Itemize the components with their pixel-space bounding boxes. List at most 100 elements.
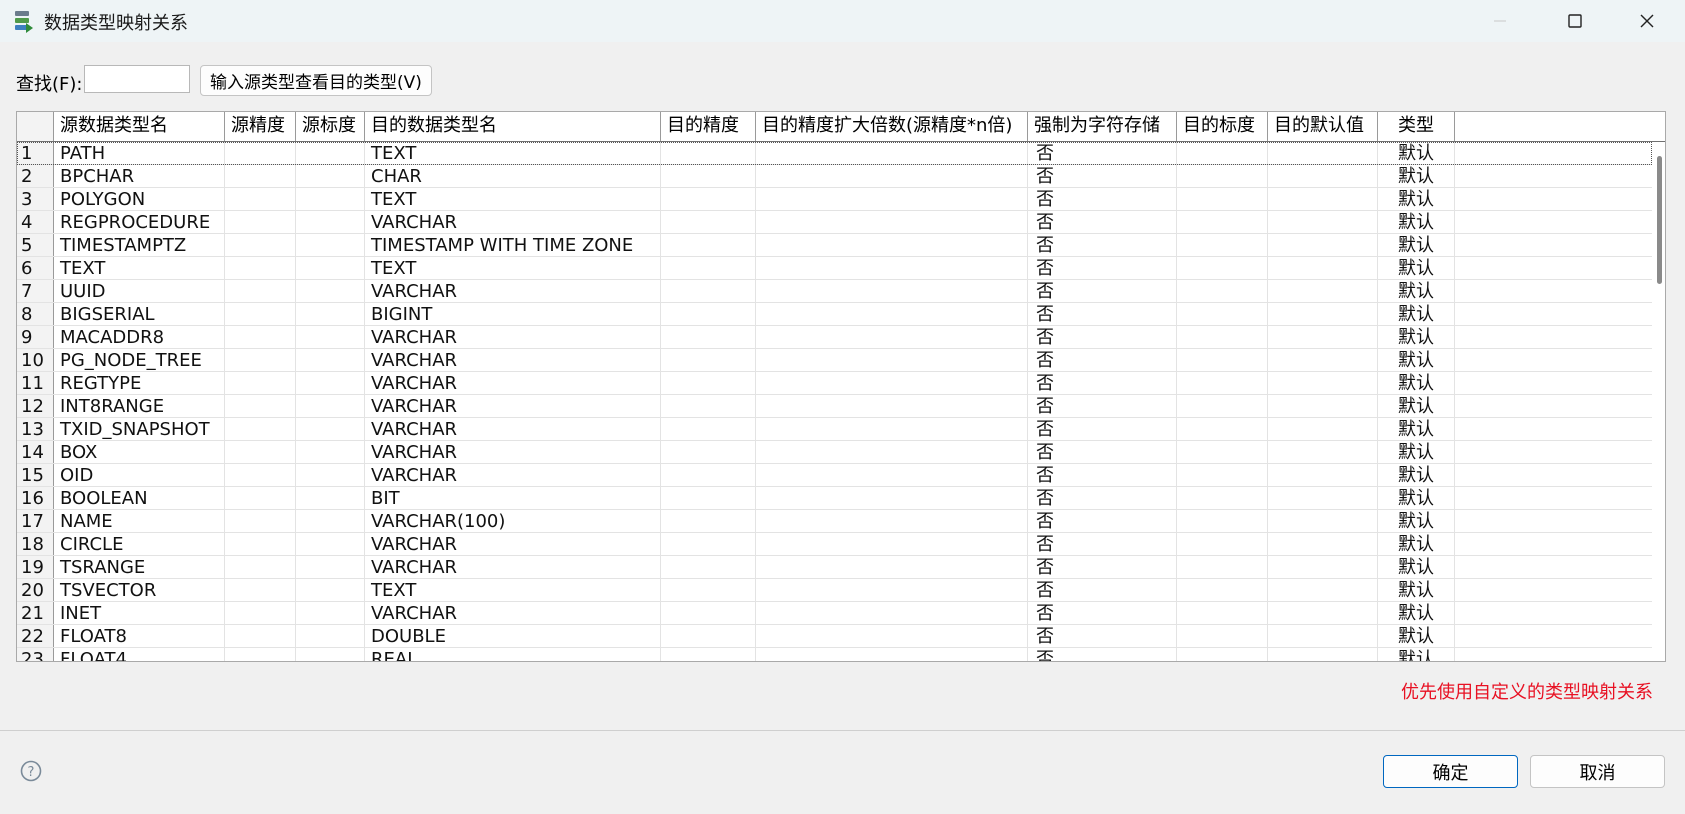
destination-scale-cell[interactable]	[1177, 556, 1268, 578]
source-precision-cell[interactable]	[225, 625, 296, 647]
mapping-kind-cell[interactable]: 默认	[1378, 487, 1455, 509]
source-precision-cell[interactable]	[225, 303, 296, 325]
destination-precision-cell[interactable]	[661, 280, 756, 302]
destination-precision-cell[interactable]	[661, 533, 756, 555]
source-scale-cell[interactable]	[296, 280, 365, 302]
destination-default-cell[interactable]	[1268, 441, 1378, 463]
source-scale-cell[interactable]	[296, 395, 365, 417]
force-string-storage-cell[interactable]: 否	[1028, 142, 1177, 164]
close-button[interactable]	[1612, 0, 1682, 42]
mapping-kind-cell[interactable]: 默认	[1378, 303, 1455, 325]
source-precision-cell[interactable]	[225, 533, 296, 555]
table-row[interactable]: 17 NAME VARCHAR(100) 否 默认	[17, 510, 1652, 533]
destination-type-cell[interactable]: TEXT	[365, 579, 661, 601]
row-number[interactable]: 2	[17, 165, 54, 187]
destination-default-cell[interactable]	[1268, 326, 1378, 348]
precision-multiplier-cell[interactable]	[756, 142, 1028, 164]
destination-default-cell[interactable]	[1268, 372, 1378, 394]
destination-default-cell[interactable]	[1268, 142, 1378, 164]
destination-precision-cell[interactable]	[661, 556, 756, 578]
source-scale-cell[interactable]	[296, 165, 365, 187]
force-string-storage-cell[interactable]: 否	[1028, 372, 1177, 394]
precision-multiplier-cell[interactable]	[756, 487, 1028, 509]
source-scale-cell[interactable]	[296, 188, 365, 210]
source-precision-cell[interactable]	[225, 441, 296, 463]
table-row[interactable]: 6 TEXT TEXT 否默认	[17, 257, 1652, 280]
source-precision-cell[interactable]	[225, 418, 296, 440]
mapping-kind-cell[interactable]: 默认	[1378, 418, 1455, 440]
destination-type-cell[interactable]: VARCHAR	[365, 441, 661, 463]
source-type-cell[interactable]: PATH	[54, 142, 225, 164]
precision-multiplier-cell[interactable]	[756, 464, 1028, 486]
precision-multiplier-cell[interactable]	[756, 556, 1028, 578]
table-row[interactable]: 21 INET VARCHAR 否 默认	[17, 602, 1652, 625]
destination-precision-cell[interactable]	[661, 349, 756, 371]
precision-multiplier-cell[interactable]	[756, 303, 1028, 325]
force-string-storage-cell[interactable]: 否	[1028, 602, 1177, 624]
force-string-storage-cell[interactable]: 否	[1028, 464, 1177, 486]
mapping-kind-cell[interactable]: 默认	[1378, 257, 1455, 279]
force-string-storage-cell[interactable]: 否	[1028, 395, 1177, 417]
mapping-kind-cell[interactable]: 默认	[1378, 464, 1455, 486]
destination-scale-cell[interactable]	[1177, 395, 1268, 417]
column-header[interactable]: 目的精度	[661, 112, 756, 141]
table-row[interactable]: 2 BPCHAR CHAR 否 默认	[17, 165, 1652, 188]
force-string-storage-cell[interactable]: 否	[1028, 303, 1177, 325]
destination-type-cell[interactable]: VARCHAR	[365, 556, 661, 578]
table-row[interactable]: 15 OID VARCHAR 否 默认	[17, 464, 1652, 487]
source-type-cell[interactable]: BOX	[54, 441, 225, 463]
mapping-kind-cell[interactable]: 默认	[1378, 211, 1455, 233]
help-icon[interactable]: ?	[20, 760, 42, 782]
destination-precision-cell[interactable]	[661, 165, 756, 187]
destination-default-cell[interactable]	[1268, 464, 1378, 486]
destination-type-cell[interactable]: TEXT	[365, 257, 661, 279]
scrollbar-thumb[interactable]	[1657, 156, 1662, 284]
source-precision-cell[interactable]	[225, 211, 296, 233]
destination-default-cell[interactable]	[1268, 303, 1378, 325]
destination-scale-cell[interactable]	[1177, 234, 1268, 256]
destination-type-cell[interactable]: TEXT	[365, 188, 661, 210]
table-row[interactable]: 9 MACADDR8 VARCHAR 否 默认	[17, 326, 1652, 349]
force-string-storage-cell[interactable]: 否	[1028, 648, 1177, 661]
row-number[interactable]: 9	[17, 326, 54, 348]
source-type-cell[interactable]: OID	[54, 464, 225, 486]
destination-precision-cell[interactable]	[661, 625, 756, 647]
destination-type-cell[interactable]: VARCHAR	[365, 464, 661, 486]
source-scale-cell[interactable]	[296, 418, 365, 440]
source-type-cell[interactable]: MACADDR8	[54, 326, 225, 348]
precision-multiplier-cell[interactable]	[756, 602, 1028, 624]
source-precision-cell[interactable]	[225, 165, 296, 187]
destination-type-cell[interactable]: VARCHAR	[365, 211, 661, 233]
row-number[interactable]: 18	[17, 533, 54, 555]
source-type-cell[interactable]: REGPROCEDURE	[54, 211, 225, 233]
column-header[interactable]: 源数据类型名	[54, 112, 225, 141]
mapping-kind-cell[interactable]: 默认	[1378, 395, 1455, 417]
precision-multiplier-cell[interactable]	[756, 418, 1028, 440]
source-scale-cell[interactable]	[296, 441, 365, 463]
force-string-storage-cell[interactable]: 否	[1028, 280, 1177, 302]
source-precision-cell[interactable]	[225, 349, 296, 371]
row-number[interactable]: 12	[17, 395, 54, 417]
source-precision-cell[interactable]	[225, 372, 296, 394]
source-type-cell[interactable]: TXID_SNAPSHOT	[54, 418, 225, 440]
source-type-cell[interactable]: CIRCLE	[54, 533, 225, 555]
source-type-cell[interactable]: BPCHAR	[54, 165, 225, 187]
mapping-kind-cell[interactable]: 默认	[1378, 188, 1455, 210]
type-mapping-table[interactable]: 源数据类型名 源精度 源标度 目的数据类型名 目的精度 目的精度扩大倍数(源精度…	[16, 111, 1666, 662]
table-row[interactable]: 3 POLYGON TEXT 否 默认	[17, 188, 1652, 211]
mapping-kind-cell[interactable]: 默认	[1378, 280, 1455, 302]
source-scale-cell[interactable]	[296, 211, 365, 233]
source-scale-cell[interactable]	[296, 349, 365, 371]
destination-precision-cell[interactable]	[661, 602, 756, 624]
table-row[interactable]: 7 UUID VARCHAR 否 默认	[17, 280, 1652, 303]
precision-multiplier-cell[interactable]	[756, 188, 1028, 210]
row-number[interactable]: 21	[17, 602, 54, 624]
mapping-kind-cell[interactable]: 默认	[1378, 234, 1455, 256]
source-precision-cell[interactable]	[225, 188, 296, 210]
column-header[interactable]: 目的默认值	[1268, 112, 1378, 141]
destination-scale-cell[interactable]	[1177, 326, 1268, 348]
column-header[interactable]: 强制为字符存储	[1028, 112, 1177, 141]
destination-default-cell[interactable]	[1268, 418, 1378, 440]
precision-multiplier-cell[interactable]	[756, 579, 1028, 601]
destination-scale-cell[interactable]	[1177, 579, 1268, 601]
